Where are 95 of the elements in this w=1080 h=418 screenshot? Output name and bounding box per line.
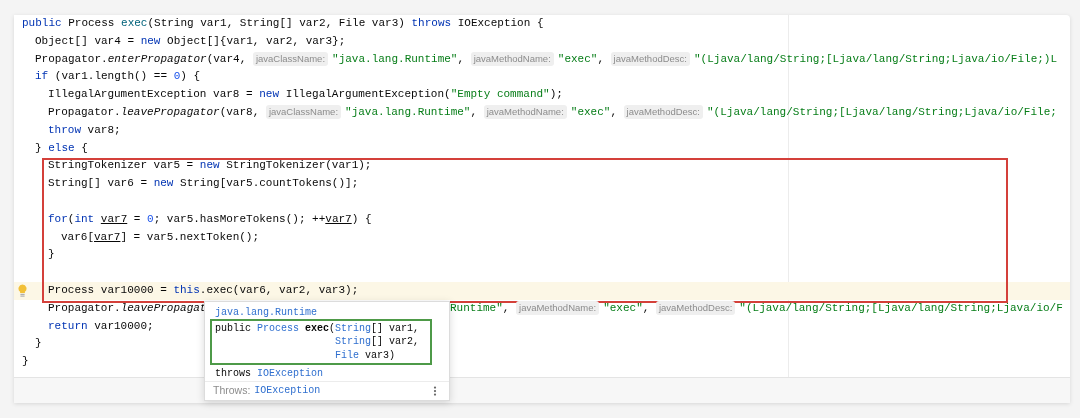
code-token: exec [121, 17, 148, 29]
code-token: new [199, 159, 220, 172]
code-token: } [35, 141, 43, 154]
code-token: var10000; [93, 319, 154, 332]
code-token: , [457, 52, 466, 65]
code-token: StringTokenizer var5 = [48, 159, 195, 172]
code-token: leavePropagat [120, 301, 207, 314]
code-token: [] var2, [371, 336, 420, 348]
code-token: IllegalArgumentException( [284, 88, 451, 101]
code-token: "java.lang.Runtime" [345, 106, 471, 118]
code-token: "exec" [557, 52, 598, 65]
code-token: IOException { [456, 17, 544, 29]
code-token: var7 [325, 212, 352, 225]
inlay-hint: javaMethodDesc: [655, 300, 736, 315]
class-link[interactable]: java.lang.Runtime [215, 306, 318, 318]
inlay-hint: javaMethodDesc: [610, 51, 690, 66]
code-token: ( [329, 322, 336, 334]
code-token: throws [215, 368, 252, 380]
code-token: String [335, 336, 371, 348]
code-token: Propagator. [48, 301, 121, 314]
inlay-hint: javaMethodName: [470, 51, 554, 66]
code-token: (String var1, String[] var2, File var3) [147, 17, 406, 29]
code-token: "exec" [570, 106, 611, 118]
code-token: Process [67, 17, 116, 29]
code-token: , [642, 301, 651, 314]
code-token: 0 [147, 212, 154, 225]
inlay-hint: javaClassName: [252, 51, 329, 66]
code-token: throws [411, 17, 452, 29]
code-token: } [35, 337, 42, 350]
code-token: [] var1, [371, 322, 420, 334]
code-token: , [470, 106, 479, 118]
code-token: var7 [94, 230, 121, 243]
code-token: } [22, 355, 29, 368]
code-token: , [597, 52, 605, 65]
code-token: if [35, 70, 49, 83]
code-token: Object[]{var1, var2, var3}; [166, 34, 346, 47]
code-token: for [48, 212, 68, 225]
code-token: String [335, 322, 372, 334]
code-token: public [22, 17, 62, 29]
code-token: this [173, 283, 200, 296]
code-token: leavePropagator [120, 106, 220, 118]
code-token: Propagator. [35, 52, 108, 65]
code-token: File [335, 349, 359, 361]
code-token: enterPropagator [107, 52, 207, 65]
code-token: var6[ [61, 230, 94, 243]
code-token: throw [48, 123, 81, 136]
code-token: Object[] var4 = [35, 34, 136, 47]
code-token: "Empty command" [450, 88, 550, 101]
code-token: ; var5.hasMoreTokens(); ++ [153, 212, 326, 225]
code-token: else [48, 141, 75, 154]
code-token: = [132, 212, 142, 225]
code-token: new [153, 177, 174, 190]
code-token: IOException [257, 368, 324, 380]
code-token: Propagator. [48, 106, 121, 118]
code-token: new [259, 88, 280, 101]
code-token: var8; [86, 123, 121, 136]
code-token: return [48, 319, 88, 332]
inlay-hint: javaMethodName: [516, 300, 600, 315]
code-token: exec [304, 322, 330, 334]
code-token: ); [549, 88, 563, 101]
code-token: ) { [180, 70, 201, 83]
code-token: "exec" [603, 301, 643, 314]
code-token: .exec(var6, var2, var3); [199, 283, 359, 296]
inlay-hint: javaMethodName: [483, 105, 567, 119]
code-token: var7 [99, 212, 128, 225]
throws-label: Throws: [213, 382, 251, 398]
code-token: "(Ljava/lang/String;[Ljava/lang/String;Ljava/io/File; [707, 106, 1057, 118]
exception-link[interactable]: IOException [254, 381, 321, 400]
code-token: ) { [351, 212, 372, 225]
code-token: Process [257, 322, 300, 334]
code-token: (var1.length() == [53, 70, 169, 83]
code-token: { [80, 141, 88, 154]
code-token: "java.lang.Runtime" [332, 52, 458, 65]
code-token: var3) [364, 349, 396, 361]
code-token: int [74, 212, 95, 225]
code-token: "(Ljava/lang/String;[Ljava/lang/String;Ljava/io/File;)L [694, 52, 1058, 65]
code-token: "(Ljava/lang/String;[Ljava/lang/String;Ljava/io/F [739, 301, 1063, 314]
code-token: new [140, 34, 161, 47]
code-token: Runtime" [450, 301, 503, 314]
code-token: ] = var5.nextToken(); [120, 230, 260, 243]
code-token: (var4, [206, 52, 248, 65]
code-token: StringTokenizer(var1); [225, 159, 372, 172]
code-token: , [610, 106, 618, 118]
code-token: IllegalArgumentException var8 = [48, 88, 254, 101]
code-token: (var8, [219, 106, 261, 118]
code-token: ( [67, 212, 75, 225]
code-token: String[var5.countTokens()]; [179, 177, 359, 190]
inlay-hint: javaClassName: [265, 105, 342, 119]
code-token: Process var10000 = [48, 283, 168, 296]
code-token: public [215, 322, 252, 334]
code-token: } [48, 248, 55, 261]
code-token: String[] var6 = [48, 177, 149, 190]
code-token: , [502, 301, 511, 314]
code-token: 0 [173, 70, 181, 83]
inlay-hint: javaMethodDesc: [623, 105, 703, 119]
